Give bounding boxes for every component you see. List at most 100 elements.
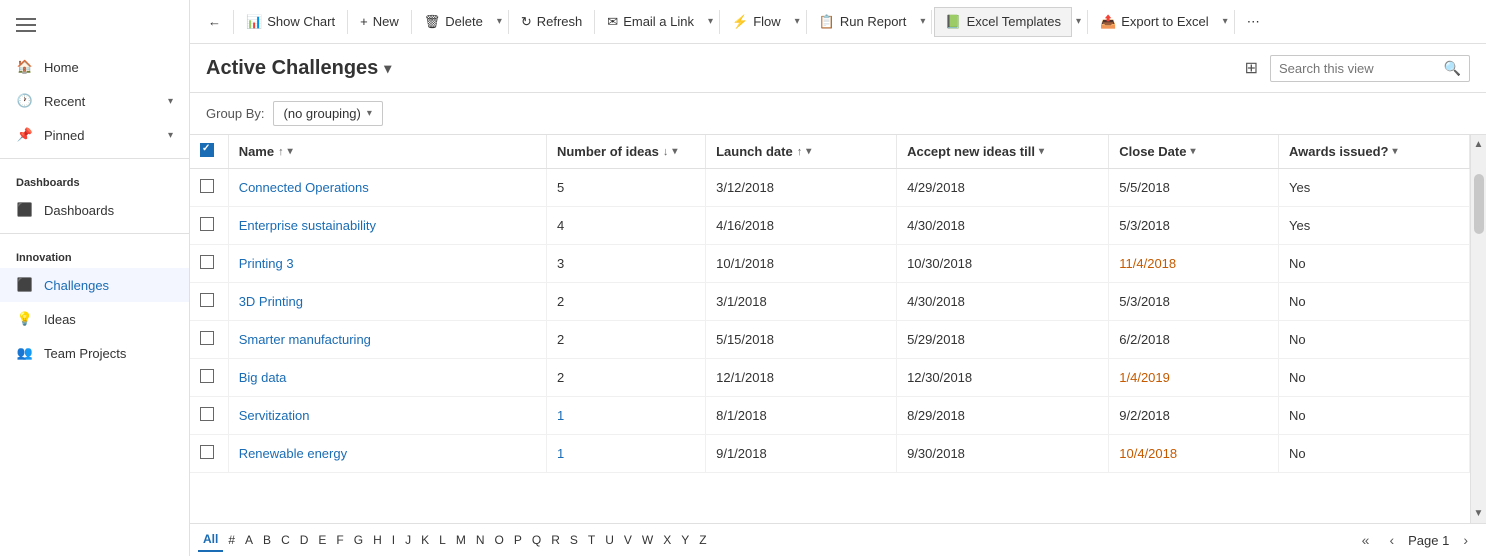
- filter-icon[interactable]: ⊞: [1241, 54, 1262, 82]
- alphabet-item[interactable]: H: [368, 529, 387, 551]
- report-chevron[interactable]: ▾: [916, 10, 929, 33]
- awards-value: No: [1289, 332, 1306, 347]
- run-report-button[interactable]: 📋 Run Report: [809, 8, 917, 36]
- alphabet-item[interactable]: D: [295, 529, 314, 551]
- alphabet-item[interactable]: C: [276, 529, 295, 551]
- alphabet-item[interactable]: L: [434, 529, 451, 551]
- alphabet-item[interactable]: M: [451, 529, 471, 551]
- email-link-button[interactable]: ✉ Email a Link: [597, 8, 704, 36]
- col-awards-filter-icon[interactable]: ▾: [1392, 146, 1397, 157]
- challenge-name-link[interactable]: Servitization: [239, 408, 310, 423]
- alphabet-item[interactable]: G: [349, 529, 368, 551]
- page-next-button[interactable]: ›: [1457, 528, 1474, 552]
- challenge-name-link[interactable]: Renewable energy: [239, 446, 347, 461]
- page-first-button[interactable]: «: [1356, 528, 1376, 552]
- show-chart-button[interactable]: 📊 Show Chart: [236, 8, 345, 36]
- challenge-name-link[interactable]: Printing 3: [239, 256, 294, 271]
- refresh-button[interactable]: ↻ Refresh: [511, 8, 592, 36]
- row-checkbox[interactable]: [200, 331, 214, 345]
- row-checkbox[interactable]: [200, 293, 214, 307]
- flow-button[interactable]: ⚡ Flow: [722, 8, 791, 36]
- challenge-name-link[interactable]: 3D Printing: [239, 294, 303, 309]
- more-button[interactable]: ⋯: [1237, 8, 1270, 36]
- select-all-checkbox[interactable]: [200, 143, 214, 157]
- sidebar-item-home[interactable]: 🏠 Home: [0, 50, 189, 84]
- alphabet-item[interactable]: All: [198, 528, 223, 552]
- alphabet-item[interactable]: S: [565, 529, 583, 551]
- alphabet-item[interactable]: O: [490, 529, 509, 551]
- row-checkbox[interactable]: [200, 445, 214, 459]
- challenge-name-link[interactable]: Connected Operations: [239, 180, 369, 195]
- search-icon[interactable]: 🔍: [1444, 60, 1461, 77]
- sort-desc-icon[interactable]: ↓: [663, 146, 669, 158]
- export-chevron[interactable]: ▾: [1219, 10, 1232, 33]
- col-close-filter-icon[interactable]: ▾: [1190, 146, 1195, 157]
- alphabet-item[interactable]: E: [313, 529, 331, 551]
- alphabet-item[interactable]: T: [583, 529, 600, 551]
- alphabet-item[interactable]: K: [416, 529, 434, 551]
- table-row: Printing 3 3 10/1/2018 10/30/2018 11/4/2…: [190, 245, 1470, 283]
- alphabet-item[interactable]: Q: [527, 529, 546, 551]
- ideas-count: 2: [557, 294, 564, 309]
- row-checkbox[interactable]: [200, 407, 214, 421]
- sort-asc-icon[interactable]: ↑: [797, 146, 803, 158]
- row-checkbox[interactable]: [200, 179, 214, 193]
- col-accept-filter-icon[interactable]: ▾: [1039, 146, 1044, 157]
- title-chevron-icon[interactable]: ▾: [384, 60, 391, 77]
- sidebar-item-team-projects[interactable]: 👥 Team Projects: [0, 336, 189, 370]
- alphabet-item[interactable]: I: [387, 529, 400, 551]
- sidebar-item-recent[interactable]: 🕐 Recent ▾: [0, 84, 189, 118]
- alphabet-item[interactable]: A: [240, 529, 258, 551]
- row-ideas-cell: 1: [546, 435, 705, 473]
- challenge-name-link[interactable]: Big data: [239, 370, 287, 385]
- alphabet-item[interactable]: #: [223, 529, 240, 551]
- scrollbar-thumb[interactable]: [1474, 174, 1484, 234]
- alphabet-item[interactable]: Z: [694, 529, 711, 551]
- row-checkbox[interactable]: [200, 369, 214, 383]
- sidebar-item-challenges[interactable]: ⬛ Challenges: [0, 268, 189, 302]
- scroll-up-button[interactable]: ▲: [1471, 135, 1486, 154]
- alphabet-item[interactable]: U: [600, 529, 619, 551]
- delete-button[interactable]: 🗑 Delete: [414, 8, 493, 36]
- alphabet-item[interactable]: W: [637, 529, 658, 551]
- alphabet-item[interactable]: B: [258, 529, 276, 551]
- alphabet-item[interactable]: R: [546, 529, 565, 551]
- excel-templates-chevron[interactable]: ▾: [1072, 10, 1085, 33]
- sidebar-item-pinned[interactable]: 📌 Pinned ▾: [0, 118, 189, 152]
- main-content: ← 📊 Show Chart + New 🗑 Delete ▾ ↻ Refres…: [190, 0, 1486, 556]
- alphabet-item[interactable]: V: [619, 529, 637, 551]
- excel-templates-button[interactable]: 📗 Excel Templates: [934, 7, 1072, 37]
- row-name-cell: Smarter manufacturing: [228, 321, 546, 359]
- alphabet-item[interactable]: P: [509, 529, 527, 551]
- sidebar-item-ideas[interactable]: 💡 Ideas: [0, 302, 189, 336]
- page-prev-button[interactable]: ‹: [1383, 528, 1400, 552]
- awards-value: Yes: [1289, 218, 1310, 233]
- groupby-select[interactable]: (no grouping) ▾: [273, 101, 383, 126]
- ideas-count: 5: [557, 180, 564, 195]
- row-checkbox[interactable]: [200, 217, 214, 231]
- hamburger-menu[interactable]: [0, 0, 189, 50]
- challenge-name-link[interactable]: Enterprise sustainability: [239, 218, 376, 233]
- col-name-filter-icon[interactable]: ▾: [288, 146, 293, 157]
- scroll-down-button[interactable]: ▼: [1471, 504, 1486, 523]
- home-icon: 🏠: [16, 58, 34, 76]
- challenge-name-link[interactable]: Smarter manufacturing: [239, 332, 371, 347]
- alphabet-item[interactable]: F: [331, 529, 348, 551]
- back-button[interactable]: ←: [198, 8, 231, 35]
- row-checkbox[interactable]: [200, 255, 214, 269]
- flow-chevron[interactable]: ▾: [791, 10, 804, 33]
- email-chevron[interactable]: ▾: [704, 10, 717, 33]
- alphabet-item[interactable]: J: [400, 529, 416, 551]
- alphabet-item[interactable]: N: [471, 529, 490, 551]
- alphabet-item[interactable]: X: [658, 529, 676, 551]
- alphabet-item[interactable]: Y: [676, 529, 694, 551]
- sidebar-item-dashboards[interactable]: ⬛ Dashboards: [0, 193, 189, 227]
- col-ideas-filter-icon[interactable]: ▾: [672, 146, 677, 157]
- toolbar-separator: [347, 10, 348, 34]
- export-excel-button[interactable]: 📤 Export to Excel: [1090, 8, 1219, 36]
- new-button[interactable]: + New: [350, 8, 409, 35]
- col-launch-filter-icon[interactable]: ▾: [806, 146, 811, 157]
- sort-asc-icon[interactable]: ↑: [278, 146, 284, 158]
- search-input[interactable]: [1279, 61, 1438, 76]
- delete-chevron[interactable]: ▾: [493, 10, 506, 33]
